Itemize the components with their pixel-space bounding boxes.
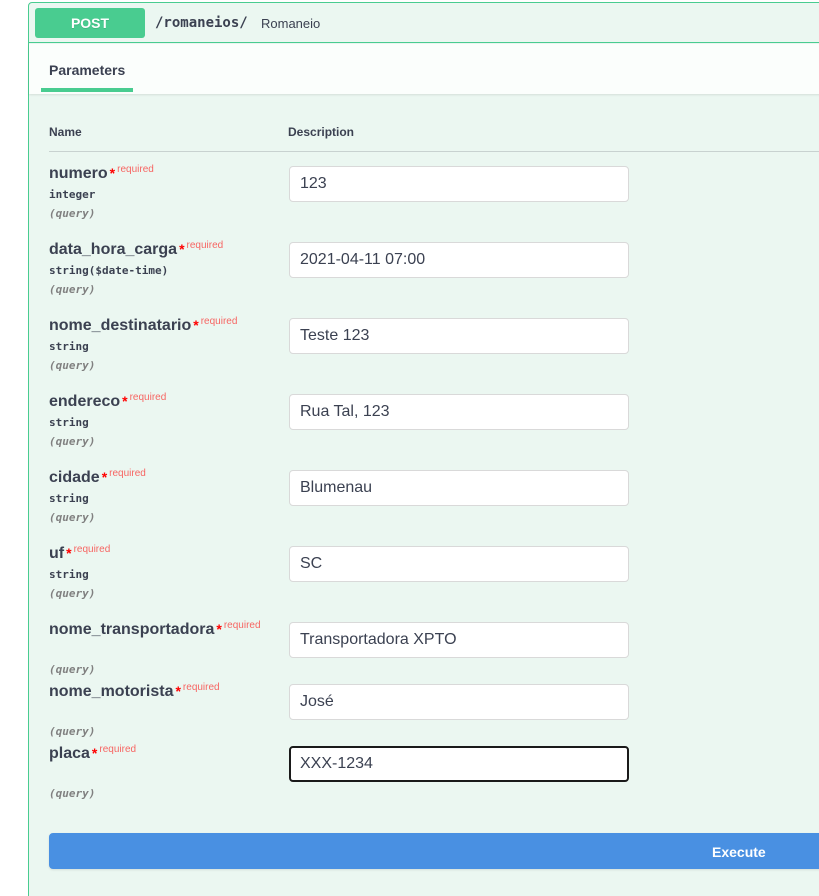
required-star: *: [179, 241, 185, 257]
parameters-section-header: Parameters: [29, 44, 819, 94]
param-type: string: [49, 416, 89, 429]
param-location: (query): [49, 725, 96, 738]
nome-motorista-input[interactable]: [289, 684, 629, 720]
required-label: required: [109, 468, 146, 479]
param-type: integer: [49, 188, 96, 201]
required-label: required: [223, 620, 261, 631]
param-type: string($date-time): [49, 264, 169, 277]
param-row-placa: placa * required (query): [49, 741, 136, 800]
param-type: string: [49, 492, 89, 505]
execute-button-label: Execute: [712, 844, 766, 860]
column-header-name: Name: [49, 125, 82, 139]
tab-parameters-label: Parameters: [49, 62, 126, 78]
param-name: data_hora_carga * required: [49, 240, 224, 258]
uf-input[interactable]: [289, 546, 629, 582]
required-star: *: [216, 621, 222, 637]
param-location: (query): [49, 787, 96, 800]
operation-block: POST /romaneios/ Romaneio Parameters Nam…: [28, 2, 819, 896]
required-label: required: [117, 164, 154, 175]
required-star: *: [109, 165, 116, 181]
endpoint-path: /romaneios/: [155, 15, 248, 31]
tab-parameters[interactable]: Parameters: [41, 44, 133, 92]
param-location: (query): [49, 283, 96, 296]
method-badge: POST: [35, 8, 145, 38]
operation-summary[interactable]: POST /romaneios/ Romaneio: [29, 3, 819, 43]
param-location: (query): [49, 435, 96, 448]
required-label: required: [129, 392, 167, 403]
nome-transportadora-input[interactable]: [289, 622, 629, 658]
data-hora-carga-input[interactable]: [289, 242, 629, 278]
execute-button[interactable]: Execute: [49, 833, 819, 869]
param-type: string: [49, 340, 89, 353]
required-star: *: [122, 393, 128, 409]
required-star: *: [66, 545, 72, 561]
required-star: *: [175, 683, 181, 699]
param-location: (query): [49, 207, 96, 220]
param-type: [49, 706, 220, 720]
param-type: [49, 768, 136, 782]
param-type: [49, 644, 261, 658]
param-name: nome_destinatario * required: [49, 316, 238, 334]
param-location: (query): [49, 511, 96, 524]
required-star: *: [91, 745, 98, 761]
param-name: placa * required: [49, 744, 137, 762]
endereco-input[interactable]: [289, 394, 629, 430]
required-label: required: [182, 682, 220, 693]
header-divider: [49, 151, 819, 152]
param-name: uf * required: [49, 544, 111, 562]
required-star: *: [193, 317, 199, 333]
param-location: (query): [49, 663, 96, 676]
param-name: nome_motorista * required: [49, 682, 220, 700]
numero-input[interactable]: [289, 166, 629, 202]
placa-input[interactable]: [289, 746, 629, 782]
operation-summary-text: Romaneio: [261, 16, 321, 31]
cidade-input[interactable]: [289, 470, 629, 506]
column-header-description: Description: [288, 125, 355, 139]
param-row-nome-transportadora: nome_transportadora * required (query): [49, 617, 261, 676]
param-row-nome-motorista: nome_motorista * required (query): [49, 679, 220, 738]
required-label: required: [73, 544, 111, 555]
param-name: nome_transportadora * required: [49, 620, 261, 638]
param-row-nome-destinatario: nome_destinatario * required string (query…: [49, 313, 237, 372]
param-location: (query): [49, 587, 96, 600]
param-row-endereco: endereco * required string (query): [49, 389, 166, 448]
param-row-numero: numero * required integer (query): [49, 161, 154, 220]
required-label: required: [186, 240, 224, 251]
required-label: required: [200, 316, 238, 327]
param-row-data-hora-carga: data_hora_carga * required string($date-ti…: [49, 237, 223, 296]
param-name: endereco * required: [49, 392, 167, 410]
nome-destinatario-input[interactable]: [289, 318, 629, 354]
param-name: numero * required: [49, 164, 154, 182]
required-label: required: [99, 744, 137, 755]
param-name: cidade * required: [49, 468, 146, 486]
param-location: (query): [49, 359, 96, 372]
param-row-cidade: cidade * required string (query): [49, 465, 146, 524]
required-star: *: [101, 469, 108, 485]
param-type: string: [49, 568, 89, 581]
param-row-uf: uf * required string (query): [49, 541, 110, 600]
